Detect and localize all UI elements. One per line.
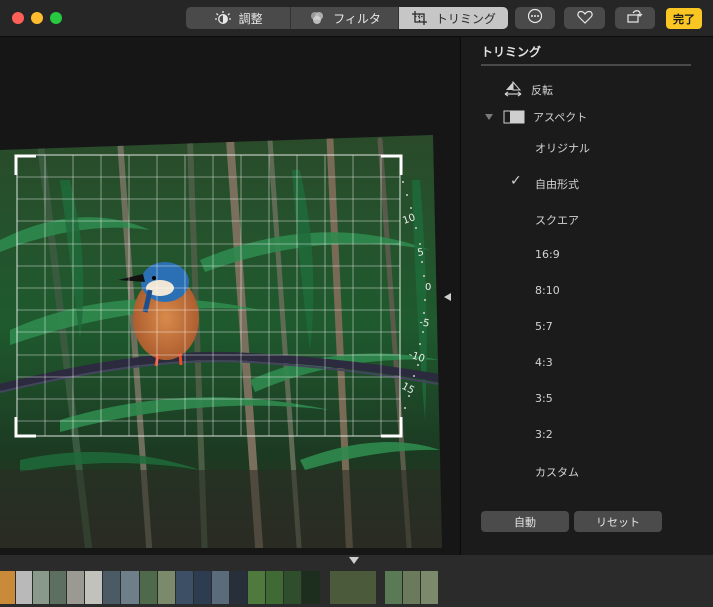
adjust-tab[interactable]: 調整 (186, 7, 292, 29)
aspect-option-4-3[interactable]: 4:3 (535, 356, 553, 369)
dial-tick-label: -5 (418, 317, 430, 330)
adjust-icon (214, 10, 232, 26)
aspect-option-square[interactable]: スクエア (535, 212, 579, 228)
sidebar-divider (481, 64, 691, 66)
filmstrip-thumbnail[interactable] (0, 571, 15, 604)
flip-button[interactable]: 反転 (503, 81, 553, 99)
crop-icon (411, 10, 429, 26)
aspect-option-custom[interactable]: カスタム (535, 464, 579, 480)
filmstrip-thumbnail[interactable] (33, 571, 49, 604)
aspect-option-freeform[interactable]: 自由形式 (535, 176, 579, 192)
filmstrip-thumbnail[interactable] (266, 571, 283, 604)
filmstrip (0, 555, 713, 607)
filmstrip-thumbnail[interactable] (85, 571, 102, 604)
dial-pointer-icon (444, 293, 451, 301)
edit-mode-segmented-control: 調整 フィルタ トリミング (186, 7, 508, 29)
filter-icon (308, 10, 326, 26)
auto-button[interactable]: 自動 (481, 511, 569, 532)
aspect-disclosure[interactable]: アスペクト (485, 109, 587, 125)
filmstrip-thumbnail[interactable] (248, 571, 265, 604)
filmstrip-thumbnail[interactable] (212, 571, 229, 604)
filmstrip-thumbnail[interactable] (385, 571, 402, 604)
filmstrip-thumbnail[interactable] (403, 571, 420, 604)
rotate-button[interactable] (615, 7, 655, 29)
filmstrip-thumbnail[interactable] (284, 571, 301, 604)
dial-tick-label: 0 (425, 282, 431, 293)
filmstrip-thumbnail[interactable] (67, 571, 84, 604)
checkmark-icon: ✓ (510, 173, 522, 189)
sidebar-title: トリミング (481, 45, 542, 59)
aspect-option-3-2[interactable]: 3:2 (535, 428, 553, 441)
filmstrip-thumbnail[interactable] (103, 571, 120, 604)
filmstrip-thumbnail[interactable] (140, 571, 157, 604)
disclosure-triangle-icon (485, 114, 493, 120)
fullscreen-window-button[interactable] (50, 12, 62, 24)
aspect-option-8-10[interactable]: 8:10 (535, 284, 560, 297)
aspect-option-original[interactable]: オリジナル (535, 140, 590, 156)
flip-icon (503, 81, 523, 99)
filter-tab[interactable]: フィルタ (291, 7, 399, 29)
done-button[interactable]: 完了 (666, 8, 702, 29)
filmstrip-thumbnail-selected[interactable] (330, 571, 376, 604)
flip-label: 反転 (531, 84, 553, 97)
more-button[interactable] (515, 7, 555, 29)
photo-area: 10 5 0 -5 -10 15 (0, 37, 460, 555)
filmstrip-thumbnail[interactable] (50, 571, 66, 604)
filmstrip-thumbnail[interactable] (230, 571, 247, 604)
adjust-tab-label: 調整 (238, 11, 263, 26)
filmstrip-thumbnail[interactable] (121, 571, 139, 604)
filmstrip-thumbnail[interactable] (194, 571, 211, 604)
aspect-icon (503, 110, 525, 124)
heart-icon (576, 9, 593, 28)
crop-tab-label: トリミング (435, 11, 496, 26)
rotate-icon (626, 8, 644, 28)
ellipsis-icon (527, 8, 543, 28)
filmstrip-thumbnail[interactable] (421, 571, 438, 604)
reset-button[interactable]: リセット (574, 511, 662, 532)
filmstrip-thumbnail[interactable] (302, 571, 320, 604)
filmstrip-thumbnail[interactable] (176, 571, 193, 604)
aspect-option-16-9[interactable]: 16:9 (535, 248, 560, 261)
aspect-option-5-7[interactable]: 5:7 (535, 320, 553, 333)
favorite-button[interactable] (564, 7, 605, 29)
filmstrip-thumbnail[interactable] (16, 571, 32, 604)
filter-tab-label: フィルタ (333, 11, 381, 26)
kingfisher-photo (0, 135, 442, 548)
toolbar: 調整 フィルタ トリミング 完了 (0, 0, 713, 37)
filmstrip-thumbnail[interactable] (158, 571, 175, 604)
aspect-option-3-5[interactable]: 3:5 (535, 392, 553, 405)
crop-tab[interactable]: トリミング (398, 7, 508, 29)
minimize-window-button[interactable] (31, 12, 43, 24)
filmstrip-current-indicator-icon (349, 557, 359, 564)
crop-sidebar: トリミング 反転 アスペクト オリジナル ✓ 自由形式 スクエア 16:9 8:… (461, 37, 713, 555)
aspect-label: アスペクト (533, 111, 588, 124)
close-window-button[interactable] (12, 12, 24, 24)
